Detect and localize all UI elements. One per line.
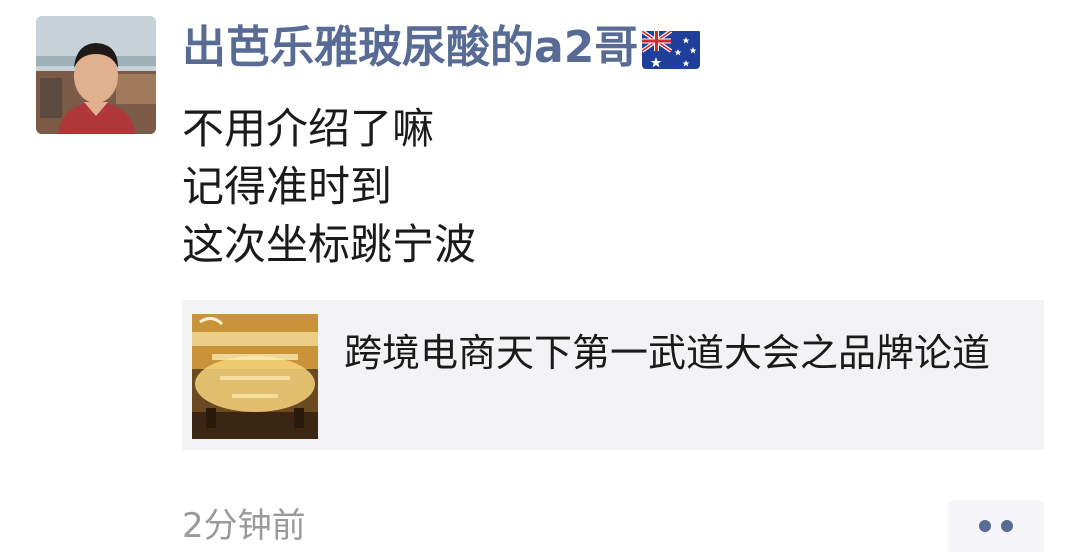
moments-post: 出芭乐雅玻尿酸的a2哥 不用介绍了嘛 记得准时到 这次坐标跳宁波 跨境电商天下第…	[0, 0, 1080, 552]
content-line: 这次坐标跳宁波	[182, 220, 477, 269]
content-line: 不用介绍了嘛	[182, 104, 435, 153]
link-title: 跨境电商天下第一武道大会之品牌论道	[344, 331, 991, 375]
post-timestamp: 2分钟前	[182, 506, 306, 546]
shared-link-card[interactable]: 跨境电商天下第一武道大会之品牌论道	[182, 300, 1044, 450]
dot	[979, 520, 991, 532]
post-content: 不用介绍了嘛 记得准时到 这次坐标跳宁波	[182, 100, 476, 274]
avatar[interactable]	[36, 16, 156, 134]
content-line: 记得准时到	[182, 162, 393, 211]
username-link[interactable]: 出芭乐雅玻尿酸的a2哥	[182, 20, 701, 76]
australia-flag-icon	[642, 29, 701, 69]
username-text: 出芭乐雅玻尿酸的a2哥	[182, 22, 639, 73]
more-dots-icon[interactable]	[948, 500, 1044, 552]
dot	[1001, 520, 1013, 532]
event-banner-thumbnail	[192, 314, 318, 439]
